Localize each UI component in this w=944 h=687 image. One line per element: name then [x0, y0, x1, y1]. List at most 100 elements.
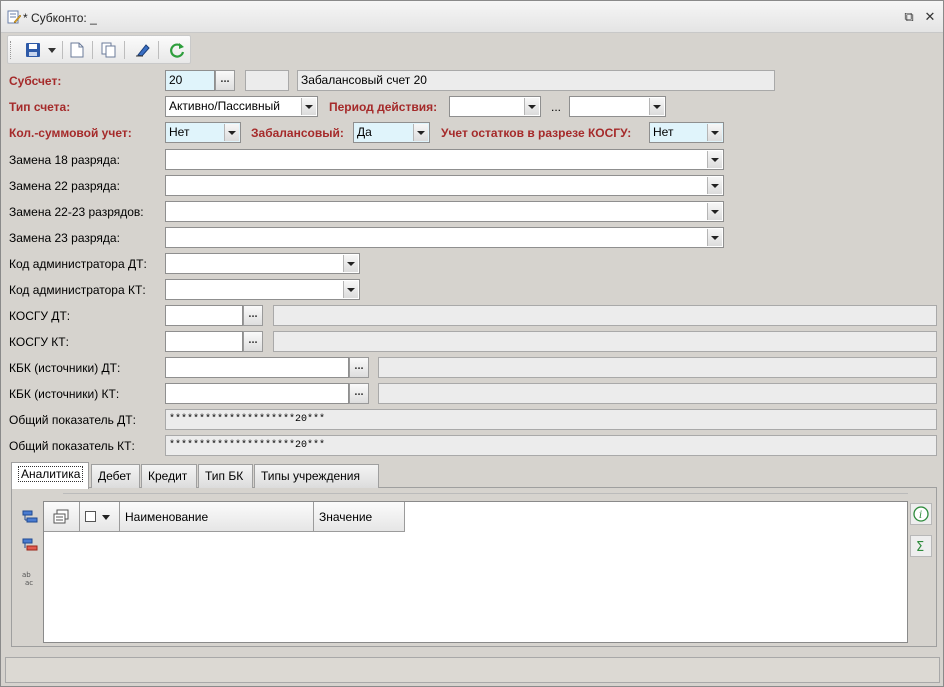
qty-sum-value: Нет: [169, 125, 190, 139]
account-type-select[interactable]: Активно/Пассивный: [165, 96, 318, 117]
rename-icon: ab ac: [22, 571, 33, 587]
delete-row-icon: [22, 538, 38, 551]
kosgu-dt-name-field: [273, 305, 937, 326]
tab-bk-type[interactable]: Тип БК: [198, 464, 253, 488]
period-label: Период действия:: [329, 100, 438, 114]
kbk-dt-name-field: [378, 357, 937, 378]
tab-analytics-label: Аналитика: [18, 466, 84, 482]
kosgu-balance-select[interactable]: Нет: [649, 122, 724, 143]
period-separator: ...: [551, 100, 562, 114]
chevron-down-icon[interactable]: [413, 124, 428, 141]
kbk-kt-label: КБК (источники) КТ:: [9, 387, 120, 401]
chevron-down-icon[interactable]: [707, 124, 722, 141]
chevron-down-icon[interactable]: [224, 124, 239, 141]
svg-text:ab: ab: [22, 571, 31, 579]
chevron-down-icon[interactable]: [301, 98, 316, 115]
period-from-select[interactable]: [449, 96, 541, 117]
subkonto-window: * Субконто: _ ⧉ ✕ Субсчет: 20 ... Забала…: [0, 0, 944, 687]
off-balance-value: Да: [357, 125, 372, 139]
sum-button[interactable]: Σ: [910, 535, 932, 557]
tab-credit[interactable]: Кредит: [141, 464, 197, 488]
kosgu-kt-select-button[interactable]: ...: [243, 331, 263, 352]
subaccount-label: Субсчет:: [9, 74, 62, 88]
chevron-down-icon[interactable]: [343, 281, 358, 298]
kosgu-dt-input[interactable]: [165, 305, 243, 326]
save-icon: [26, 43, 40, 57]
kbk-dt-select-button[interactable]: ...: [349, 357, 369, 378]
kbk-kt-name-field: [378, 383, 937, 404]
info-button[interactable]: i: [910, 503, 932, 525]
kosgu-dt-select-button[interactable]: ...: [243, 305, 263, 326]
replace22-label: Замена 22 разряда:: [9, 179, 120, 193]
replace22-select[interactable]: [165, 175, 724, 196]
replace23-select[interactable]: [165, 227, 724, 248]
kosgu-kt-name-field: [273, 331, 937, 352]
sum-icon: Σ: [916, 540, 924, 554]
chevron-down-icon: [102, 515, 110, 520]
column-header-value[interactable]: Значение: [314, 502, 405, 532]
kbk-kt-input[interactable]: [165, 383, 349, 404]
account-type-value: Активно/Пассивный: [169, 99, 280, 113]
admin-kt-label: Код администратора КТ:: [9, 283, 146, 297]
chevron-down-icon[interactable]: [707, 177, 722, 194]
select-all-cell[interactable]: [80, 502, 120, 532]
subaccount-input[interactable]: 20: [165, 70, 215, 91]
chevron-down-icon[interactable]: [524, 98, 539, 115]
subaccount-code-field: [245, 70, 289, 91]
add-row-icon: [22, 510, 38, 523]
period-to-select[interactable]: [569, 96, 666, 117]
column-header-name[interactable]: Наименование: [120, 502, 314, 532]
toolbar-separator: [124, 41, 125, 59]
analytics-grid[interactable]: Наименование Значение: [43, 501, 908, 643]
copy-button[interactable]: [98, 39, 120, 61]
qty-sum-select[interactable]: Нет: [165, 122, 241, 143]
new-document-button[interactable]: [66, 39, 88, 61]
rename-button[interactable]: ab ac: [19, 567, 41, 589]
delete-row-button[interactable]: [19, 534, 41, 556]
svg-text:ac: ac: [25, 579, 33, 587]
tab-analytics[interactable]: Аналитика: [11, 462, 89, 489]
admin-kt-select[interactable]: [165, 279, 360, 300]
off-balance-label: Забалансовый:: [251, 126, 344, 140]
dropdown-icon: [48, 47, 56, 53]
total-kt-label: Общий показатель КТ:: [9, 439, 135, 453]
chevron-down-icon[interactable]: [707, 203, 722, 220]
off-balance-select[interactable]: Да: [353, 122, 430, 143]
replace2223-select[interactable]: [165, 201, 724, 222]
chevron-down-icon[interactable]: [343, 255, 358, 272]
column-chooser-icon: [53, 509, 69, 524]
kosgu-kt-label: КОСГУ КТ:: [9, 335, 69, 349]
svg-text:Σ: Σ: [916, 540, 924, 554]
kosgu-balance-value: Нет: [653, 125, 674, 139]
kbk-dt-input[interactable]: [165, 357, 349, 378]
subaccount-select-button[interactable]: ...: [215, 70, 235, 91]
account-type-label: Тип счета:: [9, 100, 71, 114]
tab-debit[interactable]: Дебет: [91, 464, 140, 488]
chevron-down-icon[interactable]: [649, 98, 664, 115]
total-kt-field: *********************20***: [165, 435, 937, 456]
toolbar-grip[interactable]: [10, 41, 13, 59]
select-all-checkbox[interactable]: [85, 511, 96, 522]
admin-dt-select[interactable]: [165, 253, 360, 274]
add-row-button[interactable]: [19, 506, 41, 528]
clear-button[interactable]: [132, 39, 154, 61]
replace18-select[interactable]: [165, 149, 724, 170]
grid-settings-cell[interactable]: [44, 502, 80, 532]
kbk-kt-select-button[interactable]: ...: [349, 383, 369, 404]
close-button[interactable]: ✕: [922, 9, 938, 25]
chevron-down-icon[interactable]: [707, 229, 722, 246]
new-document-icon: [70, 42, 84, 58]
admin-dt-label: Код администратора ДТ:: [9, 257, 147, 271]
toolbar-separator: [92, 41, 93, 59]
qty-sum-label: Кол.-суммовой учет:: [9, 126, 132, 140]
toolbar-separator: [158, 41, 159, 59]
save-options-dropdown[interactable]: [46, 39, 58, 61]
tab-institution-types[interactable]: Типы учреждения: [254, 464, 379, 488]
kosgu-dt-label: КОСГУ ДТ:: [9, 309, 71, 323]
save-button[interactable]: [22, 39, 44, 61]
refresh-button[interactable]: [166, 39, 188, 61]
column-ruler: [63, 493, 908, 501]
chevron-down-icon[interactable]: [707, 151, 722, 168]
kosgu-kt-input[interactable]: [165, 331, 243, 352]
restore-button[interactable]: ⧉: [901, 9, 917, 25]
